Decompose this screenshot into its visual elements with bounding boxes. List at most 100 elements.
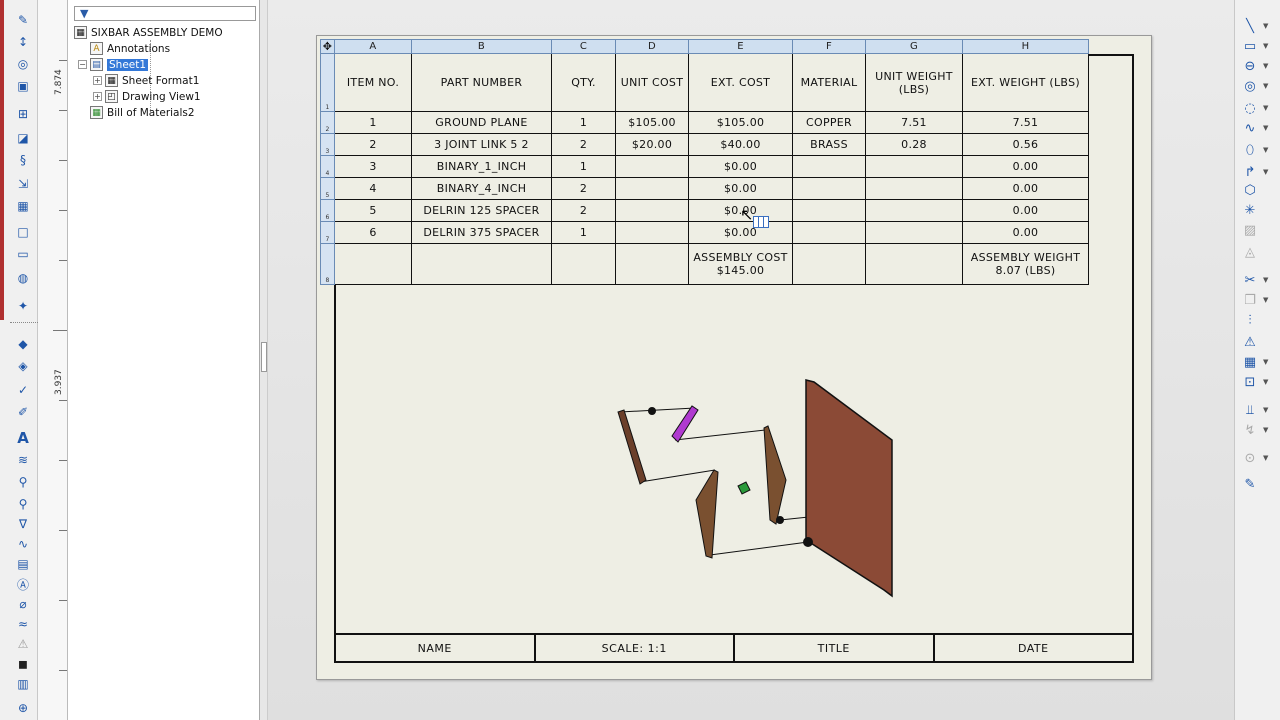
pin-part[interactable]	[776, 516, 784, 524]
table-cell[interactable]: 0.00	[962, 155, 1089, 178]
hatch-icon[interactable]: ◼	[15, 656, 31, 672]
balloon-icon[interactable]: ⚲	[15, 496, 31, 512]
balloon-icon[interactable]: ◆	[15, 336, 31, 352]
hole-callout-icon[interactable]: ✦	[15, 298, 31, 314]
header-cell[interactable]: ITEM NO.	[334, 53, 412, 112]
table-cell[interactable]: 2	[551, 133, 616, 156]
mirror-icon[interactable]: ▨	[1241, 222, 1259, 238]
table-cell[interactable]: 0.00	[962, 199, 1089, 222]
polygon-icon[interactable]: ⬡	[1241, 182, 1259, 198]
table-row[interactable]: 6 5 DELRIN 125 SPACER 2 $0.00 0.00	[320, 199, 1089, 222]
table-cell[interactable]: 1	[334, 111, 412, 134]
line-icon[interactable]: ◎	[15, 56, 31, 72]
circle-icon[interactable]: ◎	[1241, 78, 1259, 94]
fillet-icon[interactable]: ↱	[1241, 164, 1259, 180]
table-row[interactable]: 5 4 BINARY_4_INCH 2 $0.00 0.00	[320, 177, 1089, 200]
table-cell[interactable]	[615, 199, 689, 222]
tree-drawing-view[interactable]: + ◰ Drawing View1	[93, 89, 201, 104]
header-cell[interactable]: UNIT WEIGHT (LBS)	[865, 53, 963, 112]
table-cell[interactable]: 7.51	[962, 111, 1089, 134]
table-cell[interactable]: 0.28	[865, 133, 963, 156]
link-part[interactable]	[763, 425, 787, 525]
table-cell[interactable]: 5	[334, 199, 412, 222]
header-cell[interactable]: MATERIAL	[792, 53, 866, 112]
table-cell[interactable]: DELRIN 375 SPACER	[411, 221, 552, 244]
tree-bom[interactable]: ▦ Bill of Materials2	[90, 105, 195, 120]
table-cell[interactable]: $0.00	[688, 177, 793, 200]
table-cell[interactable]	[615, 155, 689, 178]
row-header[interactable]: 5	[320, 177, 335, 200]
table-cell[interactable]	[865, 177, 963, 200]
table-cell[interactable]: GROUND PLANE	[411, 111, 552, 134]
table-cell[interactable]: 4	[334, 177, 412, 200]
weld-icon[interactable]: ∇	[15, 516, 31, 532]
header-cell[interactable]: EXT. WEIGHT (LBS)	[962, 53, 1089, 112]
smart-dimension-icon[interactable]: ↕	[15, 34, 31, 50]
table-cell[interactable]: COPPER	[792, 111, 866, 134]
note-icon[interactable]: §	[15, 152, 31, 168]
link-part[interactable]	[617, 409, 647, 485]
table-cell[interactable]: 0.00	[962, 177, 1089, 200]
table-cell[interactable]: 2	[334, 133, 412, 156]
table-cell[interactable]	[865, 221, 963, 244]
centerline-icon[interactable]: ◍	[15, 270, 31, 286]
table-cell[interactable]	[411, 243, 552, 285]
table-cell[interactable]: 1	[551, 221, 616, 244]
rectangle-icon[interactable]: ▭	[1241, 38, 1259, 54]
relations-icon[interactable]: ⫫	[1241, 402, 1259, 418]
sketch-icon[interactable]: ✎	[15, 12, 31, 28]
line-icon[interactable]: ╲	[1241, 18, 1259, 34]
column-letter[interactable]: B	[411, 39, 552, 54]
arc-icon[interactable]: ◪	[15, 130, 31, 146]
binary-part[interactable]	[737, 481, 751, 495]
slot-icon[interactable]: ⊖	[1241, 58, 1259, 74]
table-cell[interactable]: 0.56	[962, 133, 1089, 156]
title-block-scale[interactable]: SCALE: 1:1	[536, 635, 735, 661]
column-letter[interactable]: D	[615, 39, 689, 54]
table-cell[interactable]: 3 JOINT LINK 5 2	[411, 133, 552, 156]
hole-callout-icon[interactable]: ⌀	[15, 596, 31, 612]
weld-icon[interactable]: ≈	[15, 616, 31, 632]
rectangle-icon[interactable]: ▣	[15, 78, 31, 94]
table-row[interactable]: 4 3 BINARY_1_INCH 1 $0.00 0.00	[320, 155, 1089, 178]
table-cell[interactable]	[792, 199, 866, 222]
datum-icon[interactable]: Ⓐ	[15, 576, 31, 592]
convert-icon[interactable]: ❐	[1241, 292, 1259, 308]
column-letter[interactable]: C	[551, 39, 616, 54]
balloon-icon[interactable]: ⇲	[15, 176, 31, 192]
tree-root[interactable]: ▦ SIXBAR ASSEMBLY DEMO	[74, 25, 223, 40]
column-letter[interactable]: F	[792, 39, 866, 54]
row-header[interactable]: 6	[320, 199, 335, 222]
mirror-icon[interactable]: ⚠	[1241, 334, 1259, 350]
surface-finish-icon[interactable]: ▭	[15, 246, 31, 262]
table-row[interactable]: 323 JOINT LINK 5 2 2 $20.00 $40.00 BRASS 0.28…	[320, 133, 1089, 156]
table-row[interactable]: 7 6 DELRIN 375 SPACER 1 $0.00 0.00	[320, 221, 1089, 244]
table-cell[interactable]: $40.00	[688, 133, 793, 156]
row-header[interactable]: 7	[320, 221, 335, 244]
table-cell[interactable]	[792, 177, 866, 200]
column-letter[interactable]: E	[688, 39, 793, 54]
table-cell[interactable]: 3	[334, 155, 412, 178]
bill-of-materials-table[interactable]: ✥ A B C D E F G H 1 ITEM NO. PART NUMBER…	[320, 39, 1089, 285]
title-block-title[interactable]: TITLE	[735, 635, 935, 661]
offset-icon[interactable]: ◬	[1241, 244, 1259, 260]
table-icon[interactable]: ▥	[15, 676, 31, 692]
ellipse-icon[interactable]: ⬯	[1241, 142, 1259, 158]
assembly-cost-cell[interactable]: ASSEMBLY COST $145.00	[688, 243, 793, 285]
expand-icon[interactable]: +	[93, 92, 102, 101]
table-cell[interactable]: $105.00	[615, 111, 689, 134]
table-cell[interactable]	[792, 243, 866, 285]
row-header[interactable]: 4	[320, 155, 335, 178]
table-cell[interactable]: 0.00	[962, 221, 1089, 244]
relations-icon[interactable]: ↯	[1241, 422, 1259, 438]
table-cell[interactable]: $20.00	[615, 133, 689, 156]
exploded-assembly-view[interactable]	[600, 370, 910, 610]
title-block-name[interactable]: NAME	[336, 635, 536, 661]
datum-icon[interactable]: ⚲	[15, 474, 31, 490]
spline-icon[interactable]: ∿	[1241, 120, 1259, 136]
tree-sheet-format[interactable]: + ▦ Sheet Format1	[93, 73, 199, 88]
table-cell[interactable]	[551, 243, 616, 285]
hatch-icon[interactable]: ≋	[15, 452, 31, 468]
table-cell[interactable]: $0.00	[688, 155, 793, 178]
centerline-icon[interactable]: ∿	[15, 536, 31, 552]
